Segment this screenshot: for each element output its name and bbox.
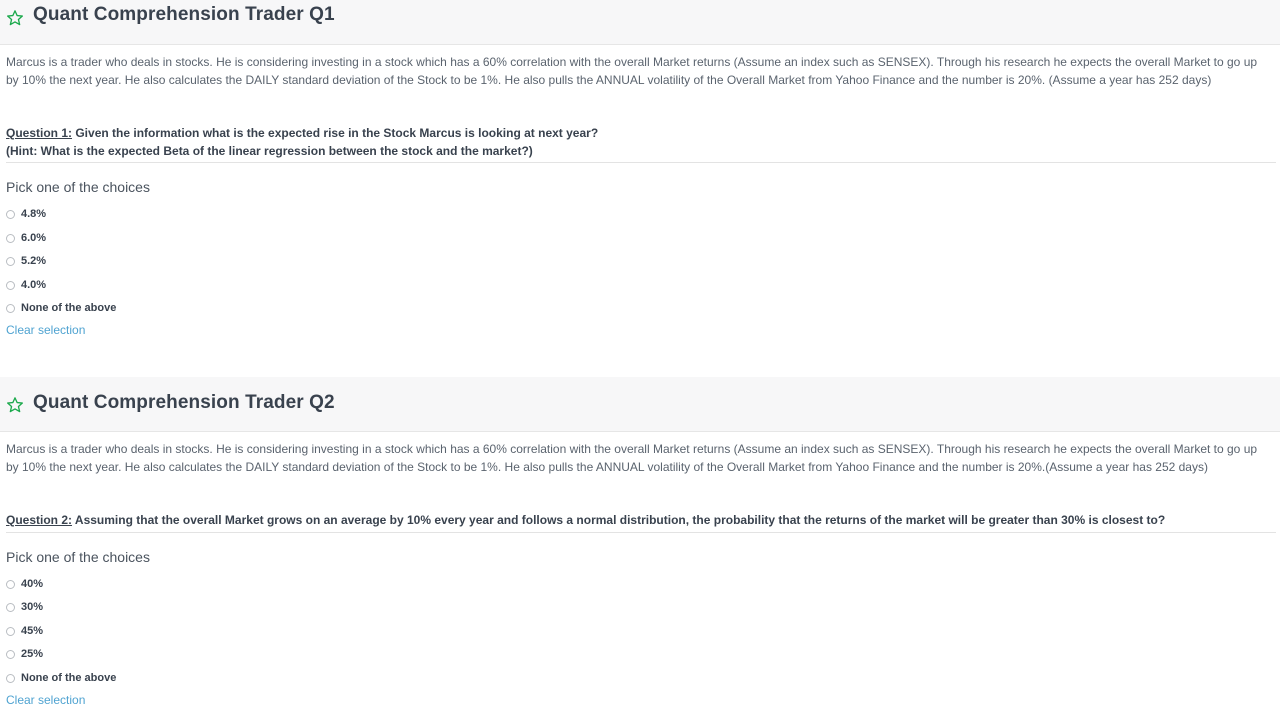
question-text: Question 1: Given the information what i… <box>6 124 1268 160</box>
choice-option[interactable]: 4.8% <box>6 206 46 222</box>
pick-choices-label: Pick one of the choices <box>6 179 150 195</box>
question-hint: (Hint: What is the expected Beta of the … <box>6 144 533 158</box>
radio-button[interactable] <box>6 649 15 659</box>
question-body: Assuming that the overall Market grows o… <box>72 513 1166 527</box>
radio-button[interactable] <box>6 280 15 290</box>
choice-option[interactable]: 5.2% <box>6 253 46 269</box>
radio-button[interactable] <box>6 233 15 243</box>
radio-button[interactable] <box>6 256 15 266</box>
question-title: Quant Comprehension Trader Q1 <box>33 4 335 25</box>
question-header: Quant Comprehension Trader Q2 <box>0 377 1280 432</box>
choice-label: 4.8% <box>21 208 47 220</box>
question-text: Question 2: Assuming that the overall Ma… <box>6 511 1268 529</box>
divider <box>6 162 1276 163</box>
choice-label: 45% <box>21 625 44 637</box>
star-outline-icon[interactable] <box>6 9 24 27</box>
divider <box>6 532 1276 533</box>
choice-label: None of the above <box>21 302 117 314</box>
radio-button[interactable] <box>6 579 15 589</box>
star-outline-icon[interactable] <box>6 396 24 414</box>
radio-button[interactable] <box>6 602 15 612</box>
question-title: Quant Comprehension Trader Q2 <box>33 392 335 413</box>
question-number-label: Question 1: <box>6 126 73 140</box>
choice-option[interactable]: 40% <box>6 576 43 592</box>
radio-button[interactable] <box>6 303 15 313</box>
radio-button[interactable] <box>6 626 15 636</box>
question-passage: Marcus is a trader who deals in stocks. … <box>6 55 1258 87</box>
choice-option[interactable]: 6.0% <box>6 230 46 246</box>
choice-option[interactable]: None of the above <box>6 670 116 686</box>
clear-selection-link[interactable]: Clear selection <box>6 322 85 338</box>
radio-button[interactable] <box>6 673 15 683</box>
choice-label: 4.0% <box>21 279 47 291</box>
choice-option[interactable]: None of the above <box>6 300 116 316</box>
choice-option[interactable]: 25% <box>6 646 43 662</box>
question-header: Quant Comprehension Trader Q1 <box>0 0 1280 45</box>
question-card-1: Quant Comprehension Trader Q1 Marcus is … <box>0 0 1280 360</box>
choice-label: 5.2% <box>21 255 47 267</box>
choice-label: None of the above <box>21 672 117 684</box>
clear-selection-link[interactable]: Clear selection <box>6 692 85 708</box>
question-number-label: Question 2: <box>6 513 73 527</box>
choice-label: 30% <box>21 601 44 613</box>
question-body: Given the information what is the expect… <box>72 126 599 140</box>
choice-option[interactable]: 45% <box>6 623 43 639</box>
choice-option[interactable]: 4.0% <box>6 277 46 293</box>
choice-label: 25% <box>21 648 44 660</box>
question-card-2: Quant Comprehension Trader Q2 Marcus is … <box>0 377 1280 711</box>
choice-label: 40% <box>21 578 44 590</box>
choice-option[interactable]: 30% <box>6 599 43 615</box>
choice-label: 6.0% <box>21 232 47 244</box>
question-passage: Marcus is a trader who deals in stocks. … <box>6 442 1258 474</box>
radio-button[interactable] <box>6 209 15 219</box>
pick-choices-label: Pick one of the choices <box>6 549 150 565</box>
